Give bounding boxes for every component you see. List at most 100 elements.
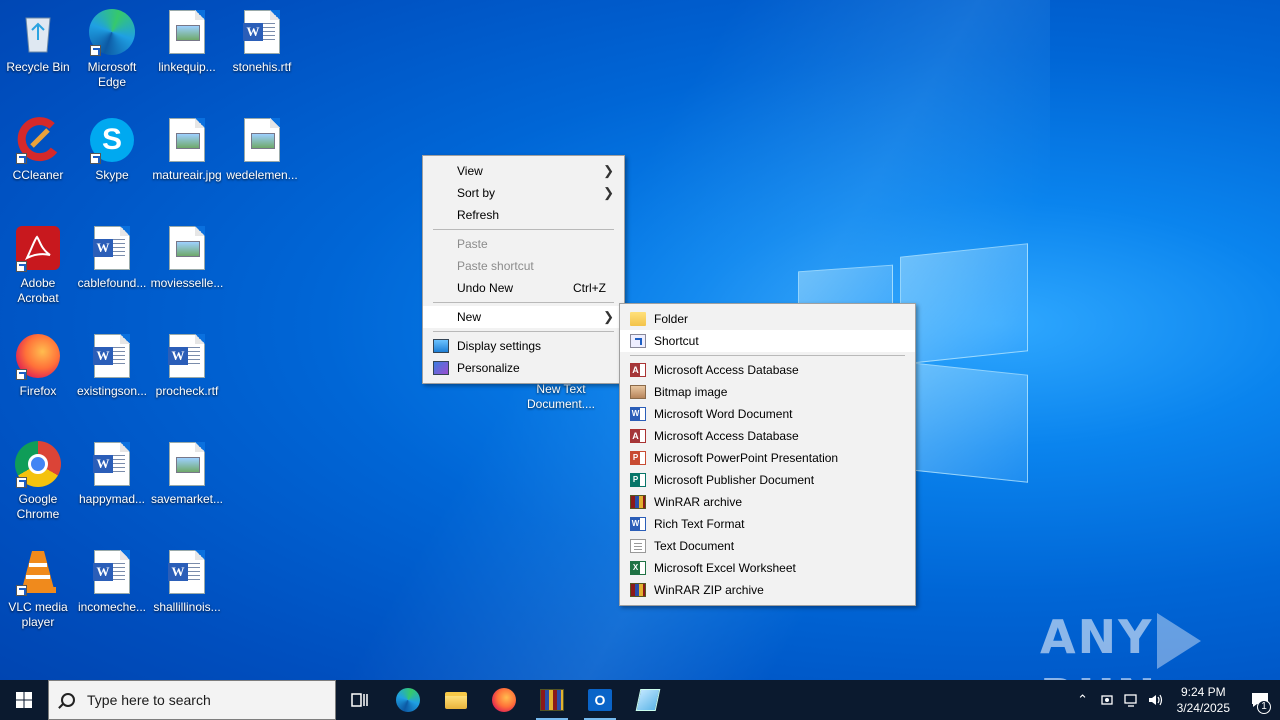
menu-item-undo-new[interactable]: Undo New Ctrl+Z [423,277,624,299]
chevron-right-icon: ❯ [603,309,614,324]
text-icon [630,539,646,553]
recycle-bin-icon [14,8,62,56]
volume-icon[interactable] [1143,680,1167,720]
taskbar-clock[interactable]: 9:24 PM 3/24/2025 [1167,684,1240,716]
action-center-button[interactable]: 1 [1240,680,1280,720]
taskbar-search-box[interactable]: Type here to search [48,680,336,720]
start-button[interactable] [0,680,48,720]
desktop-icon-savemarket[interactable]: savemarket... [149,440,225,507]
desktop-icon-matureair[interactable]: matureair.jpg [149,116,225,183]
desktop-icon-incomeche[interactable]: W incomeche... [74,548,150,615]
menu-separator [423,299,624,306]
submenu-item-winrar-zip[interactable]: WinRAR ZIP archive [620,579,915,601]
menu-item-new[interactable]: New ❯ [423,306,624,328]
taskbar-winrar[interactable] [528,680,576,720]
menu-item-sort-by[interactable]: Sort by ❯ [423,182,624,204]
desktop-icon-ccleaner[interactable]: CCleaner [0,116,76,183]
word-document-icon: W [163,548,211,596]
watermark-text: ANY [1040,610,1154,664]
submenu-item-access-database[interactable]: Microsoft Access Database [620,359,915,381]
word-document-icon: W [163,332,211,380]
desktop-icon-adobe-acrobat[interactable]: Adobe Acrobat [0,224,76,306]
winrar-icon [630,495,646,509]
desktop-icon-label: wedelemen... [226,168,298,182]
submenu-item-shortcut[interactable]: Shortcut [620,330,915,352]
desktop-icon-vlc[interactable]: VLC media player [0,548,76,630]
edge-icon [88,8,136,56]
taskbar-outlook[interactable]: O [576,680,624,720]
desktop-icon-label: procheck.rtf [155,384,219,398]
personalize-icon [433,361,449,375]
desktop-icon-label: existingson... [76,384,148,398]
menu-item-view[interactable]: View ❯ [423,160,624,182]
menu-separator [423,226,624,233]
winrar-zip-icon [630,583,646,597]
desktop-icon-cablefound[interactable]: W cablefound... [74,224,150,291]
folder-icon [445,691,467,709]
desktop-icon-shallillinois[interactable]: W shallillinois... [149,548,225,615]
desktop-icon-new-text-document[interactable]: New Text Document.... [523,382,599,412]
desktop-icon-procheck[interactable]: W procheck.rtf [149,332,225,399]
image-file-icon [238,116,286,164]
menu-item-label: Microsoft Publisher Document [654,473,815,487]
desktop-icon-label: VLC media player [8,600,68,629]
access-icon [630,363,646,377]
firefox-icon [14,332,62,380]
taskbar-firefox[interactable] [480,680,528,720]
bitmap-icon [630,385,646,399]
excel-icon [630,561,646,575]
meet-now-icon[interactable] [1095,680,1119,720]
menu-item-label: Refresh [457,208,500,222]
submenu-item-winrar-archive[interactable]: WinRAR archive [620,491,915,513]
menu-item-display-settings[interactable]: Display settings [423,335,624,357]
desktop-icon-label: Firefox [19,384,57,398]
menu-item-paste[interactable]: Paste [423,233,624,255]
desktop-icon-microsoft-edge[interactable]: Microsoft Edge [74,8,150,90]
desktop-icon-skype[interactable]: S Skype [74,116,150,183]
desktop-icon-linkequip[interactable]: linkequip... [149,8,225,75]
task-view-icon [351,693,368,707]
desktop-icon-google-chrome[interactable]: Google Chrome [0,440,76,522]
ccleaner-icon [14,116,62,164]
taskbar-file-explorer[interactable] [432,680,480,720]
submenu-item-publisher[interactable]: Microsoft Publisher Document [620,469,915,491]
word-document-icon: W [88,332,136,380]
chevron-up-icon[interactable]: ⌃ [1071,680,1095,720]
network-icon[interactable] [1119,680,1143,720]
submenu-item-excel[interactable]: Microsoft Excel Worksheet [620,557,915,579]
desktop-icon-happymad[interactable]: W happymad... [74,440,150,507]
taskbar-notepad[interactable] [624,680,672,720]
menu-separator [423,328,624,335]
menu-item-label: Shortcut [654,334,699,348]
menu-item-label: Bitmap image [654,385,728,399]
submenu-item-rich-text[interactable]: Rich Text Format [620,513,915,535]
menu-item-label: Sort by [457,186,496,200]
desktop-icon-recycle-bin[interactable]: Recycle Bin [0,8,76,75]
menu-item-label: Paste shortcut [457,259,534,273]
powerpoint-icon [630,451,646,465]
desktop-icon-stonehis[interactable]: W stonehis.rtf [224,8,300,75]
desktop-icon-firefox[interactable]: Firefox [0,332,76,399]
submenu-item-folder[interactable]: Folder [620,308,915,330]
desktop-icon-wedelemen[interactable]: wedelemen... [224,116,300,183]
menu-item-label: Personalize [457,361,520,375]
submenu-item-powerpoint[interactable]: Microsoft PowerPoint Presentation [620,447,915,469]
menu-item-paste-shortcut[interactable]: Paste shortcut [423,255,624,277]
menu-item-label: Display settings [457,339,542,353]
menu-item-label: Folder [654,312,689,326]
desktop-icon-label: New Text Document.... [526,382,596,411]
desktop-icon-existingson[interactable]: W existingson... [74,332,150,399]
menu-item-personalize[interactable]: Personalize [423,357,624,379]
submenu-item-bitmap-image[interactable]: Bitmap image [620,381,915,403]
task-view-button[interactable] [336,680,384,720]
desktop-icon-moviesselle[interactable]: moviesselle... [149,224,225,291]
taskbar-edge[interactable] [384,680,432,720]
submenu-item-access-database-2[interactable]: Microsoft Access Database [620,425,915,447]
menu-item-refresh[interactable]: Refresh [423,204,624,226]
desktop-icon-label: shallillinois... [153,600,221,614]
submenu-item-word-document[interactable]: Microsoft Word Document [620,403,915,425]
image-file-icon [163,116,211,164]
submenu-item-text-document[interactable]: Text Document [620,535,915,557]
chrome-icon [14,440,62,488]
desktop-icon-label: cablefound... [77,276,147,290]
